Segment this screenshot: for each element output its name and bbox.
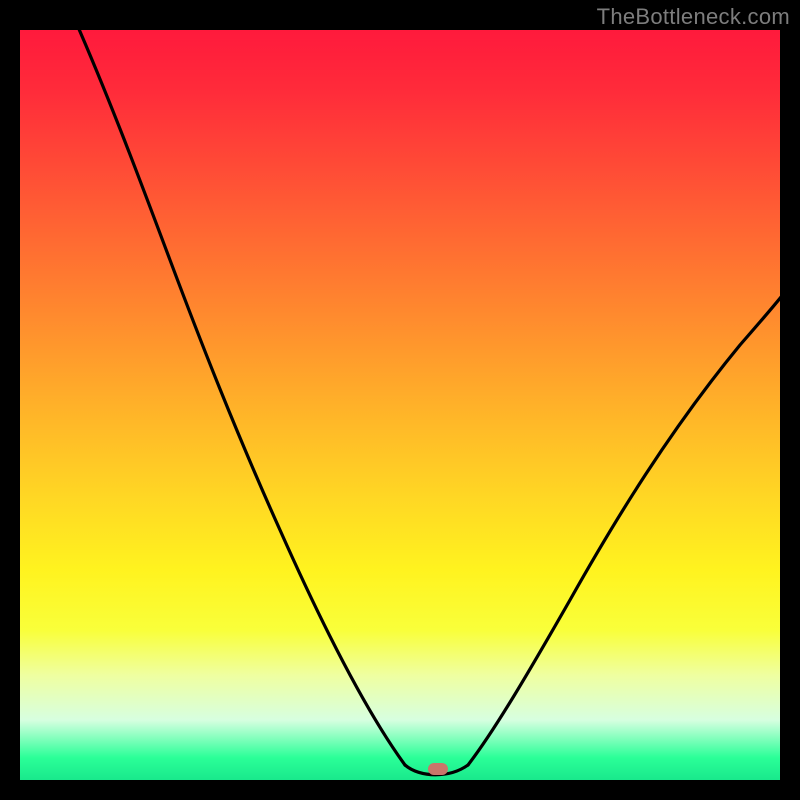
bottleneck-curve [20,30,780,780]
optimal-point-marker [428,763,448,775]
watermark-text: TheBottleneck.com [597,4,790,30]
plot-area [20,30,780,780]
chart-frame: TheBottleneck.com [0,0,800,800]
